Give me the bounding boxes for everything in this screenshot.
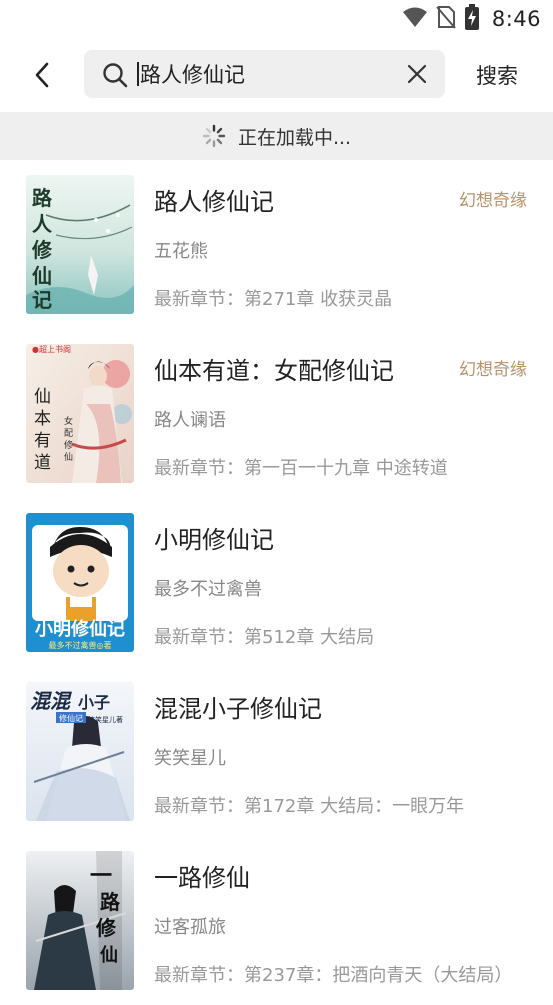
svg-text:●超上书阁: ●超上书阁 (32, 344, 71, 354)
book-cover: 小明修仙记 最多不过禽兽◎著 (26, 513, 134, 652)
svg-text:小子: 小子 (78, 693, 110, 712)
svg-text:有: 有 (34, 431, 51, 451)
book-latest-chapter: 最新章节：第271章 收获灵晶 (154, 289, 393, 310)
search-button[interactable]: 搜索 (476, 60, 518, 90)
book-cover: ●超上书阁 仙 本 有 道 女 配 修 仙 (26, 344, 134, 483)
svg-text:修: 修 (64, 439, 73, 451)
search-toolbar: 搜索 (0, 44, 553, 106)
book-category: 幻想奇缘 (459, 360, 527, 380)
search-input[interactable] (140, 58, 390, 90)
status-icons: 8:46 (402, 4, 541, 34)
clear-icon[interactable] (405, 62, 429, 86)
svg-text:仙: 仙 (100, 944, 118, 966)
book-title: 仙本有道：女配修仙记 (154, 357, 394, 385)
book-title: 混混小子修仙记 (154, 695, 322, 723)
book-cover: 一 路 修 仙 (26, 851, 134, 990)
svg-text:仙: 仙 (64, 451, 73, 463)
wifi-icon (402, 6, 428, 32)
status-bar: 8:46 (0, 0, 553, 38)
book-latest-chapter: 最新章节：第一百一十九章 中途转道 (154, 458, 448, 479)
book-item[interactable]: 小明修仙记 最多不过禽兽◎著 小明修仙记 最多不过禽兽 最新章节：第512章 大… (0, 498, 553, 667)
book-title: 一路修仙 (154, 864, 250, 892)
svg-text:本: 本 (34, 409, 51, 429)
status-time: 8:46 (491, 7, 541, 31)
svg-text:笑笑星儿著: 笑笑星儿著 (88, 715, 123, 724)
svg-text:最多不过禽兽◎著: 最多不过禽兽◎著 (49, 640, 112, 650)
back-button[interactable] (26, 59, 58, 91)
svg-text:记: 记 (32, 288, 52, 312)
battery-charging-icon (464, 4, 480, 34)
no-sim-icon (436, 5, 456, 33)
svg-text:路: 路 (32, 186, 53, 210)
svg-text:修: 修 (95, 916, 117, 940)
book-author: 笑笑星儿 (154, 748, 226, 769)
loading-spinner-icon (202, 124, 226, 148)
svg-text:人: 人 (32, 212, 53, 236)
book-author: 路人谰语 (154, 410, 226, 431)
book-author: 最多不过禽兽 (154, 579, 262, 600)
book-author: 过客孤旅 (154, 917, 226, 938)
book-latest-chapter: 最新章节：第512章 大结局 (154, 627, 375, 648)
svg-text:仙: 仙 (32, 264, 52, 288)
book-author: 五花熊 (154, 241, 208, 262)
book-title: 路人修仙记 (154, 188, 274, 216)
book-category: 幻想奇缘 (459, 191, 527, 211)
svg-text:路: 路 (100, 890, 121, 914)
svg-text:小明修仙记: 小明修仙记 (35, 618, 125, 640)
svg-text:仙: 仙 (34, 387, 51, 407)
book-cover: 路 人 修 仙 记 (26, 175, 134, 314)
book-item[interactable]: 路 人 修 仙 记 路人修仙记 幻想奇缘 五花熊 最新章节：第271章 收获灵晶 (0, 160, 553, 329)
book-item[interactable]: 混混 小子 修仙记 笑笑星儿著 混混小子修仙记 笑笑星儿 最新章节：第172章 … (0, 667, 553, 836)
book-cover: 混混 小子 修仙记 笑笑星儿著 (26, 682, 134, 821)
loading-banner: 正在加载中... (0, 112, 553, 160)
search-box[interactable] (84, 50, 445, 98)
svg-text:女: 女 (64, 415, 73, 427)
svg-text:混混: 混混 (30, 689, 72, 713)
svg-text:修: 修 (31, 238, 53, 262)
svg-text:道: 道 (34, 453, 51, 473)
book-item[interactable]: 一 路 修 仙 一路修仙 过客孤旅 最新章节：第237章：把酒向青天（大结局） (0, 836, 553, 1005)
search-icon (103, 63, 128, 88)
svg-text:一: 一 (90, 863, 112, 889)
svg-text:配: 配 (64, 428, 73, 439)
book-latest-chapter: 最新章节：第237章：把酒向青天（大结局） (154, 965, 513, 986)
book-latest-chapter: 最新章节：第172章 大结局：一眼万年 (154, 796, 465, 817)
text-caret (137, 62, 139, 86)
chevron-left-icon (35, 62, 49, 88)
book-title: 小明修仙记 (154, 526, 274, 554)
svg-text:修仙记: 修仙记 (59, 713, 83, 723)
book-item[interactable]: ●超上书阁 仙 本 有 道 女 配 修 仙 仙本有道：女配修仙记 幻想奇缘 路人… (0, 329, 553, 498)
loading-text: 正在加载中... (237, 126, 352, 149)
